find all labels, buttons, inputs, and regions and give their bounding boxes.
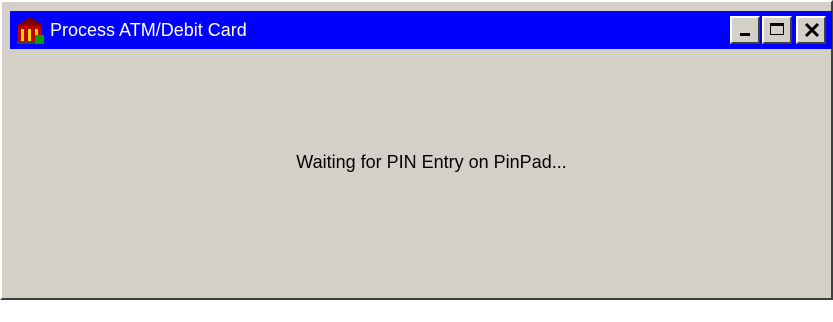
- maximize-icon: [770, 23, 784, 35]
- close-button[interactable]: [796, 16, 826, 44]
- window-title: Process ATM/Debit Card: [50, 20, 247, 40]
- minimize-button[interactable]: [730, 16, 760, 44]
- maximize-button[interactable]: [762, 16, 792, 44]
- status-message: Waiting for PIN Entry on PinPad...: [296, 152, 567, 172]
- dialog-window: Process ATM/Debit Card Waiting for PIN E…: [0, 0, 833, 300]
- bank-building-icon: [15, 15, 45, 45]
- window-controls: [730, 16, 826, 44]
- status-message-container: Waiting for PIN Entry on PinPad...: [2, 152, 833, 173]
- minimize-icon: [740, 33, 750, 36]
- title-bar[interactable]: Process ATM/Debit Card: [10, 11, 832, 49]
- close-icon: [804, 22, 820, 38]
